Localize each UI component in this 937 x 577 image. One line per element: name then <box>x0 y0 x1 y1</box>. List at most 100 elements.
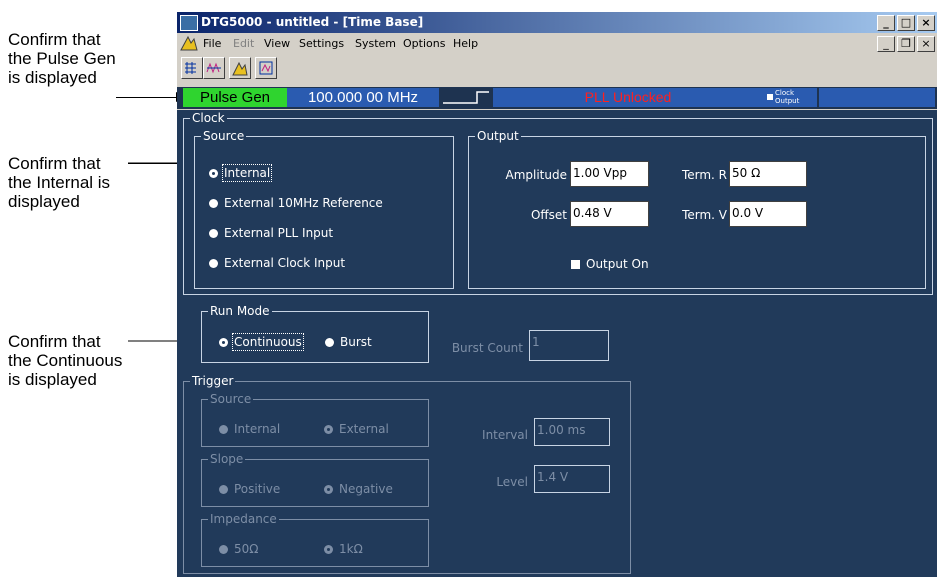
radio-label: Internal <box>234 422 281 436</box>
sequence-icon <box>185 62 196 74</box>
radio-label: External <box>339 422 389 436</box>
doc-minimize-button[interactable]: _ <box>877 36 895 52</box>
trigger-source-label: Source <box>208 391 254 407</box>
app-icon <box>180 15 198 31</box>
callout-line: Confirm that <box>8 30 101 49</box>
radio-slope-negative[interactable]: Negative <box>324 482 393 497</box>
radio-source-internal[interactable]: Internal <box>209 164 273 182</box>
probe-icon <box>259 61 273 75</box>
term-r-label: Term. R <box>681 168 727 182</box>
menu-system[interactable]: System <box>355 37 396 50</box>
close-button[interactable]: × <box>917 15 935 31</box>
radio-slope-positive[interactable]: Positive <box>219 482 280 497</box>
menu-view[interactable]: View <box>264 37 290 50</box>
waveform-icon <box>206 62 221 74</box>
menu-file[interactable]: File <box>203 37 221 50</box>
level-field[interactable]: 1.4 V <box>534 465 610 493</box>
callout-continuous: Confirm that the Continuous is displayed <box>8 332 122 389</box>
menu-edit[interactable]: Edit <box>233 37 254 50</box>
clock-source-group: Source Internal External 10MHz Reference… <box>194 128 454 289</box>
callout-internal: Confirm that the Internal is displayed <box>8 154 110 211</box>
doc-close-button[interactable]: × <box>917 36 935 52</box>
title-bar[interactable]: DTG5000 - untitled - [Time Base] _ □ × <box>177 12 937 33</box>
radio-run-burst[interactable]: Burst <box>325 335 372 350</box>
radio-run-continuous[interactable]: Continuous <box>219 333 304 351</box>
radio-source-ext10mhz[interactable]: External 10MHz Reference <box>209 196 383 211</box>
term-r-field[interactable]: 50 Ω <box>729 161 807 187</box>
radio-label: 50Ω <box>234 542 259 556</box>
clock-waveform-icon <box>443 91 489 104</box>
radio-label: Continuous <box>232 333 304 351</box>
callout-line: is displayed <box>8 370 97 389</box>
radio-impedance-50[interactable]: 50Ω <box>219 542 258 557</box>
radio-selected-icon <box>209 169 218 178</box>
amplitude-field[interactable]: 1.00 Vpp <box>570 161 649 187</box>
doc-restore-button[interactable]: ❐ <box>897 36 915 52</box>
burst-count-label: Burst Count <box>451 341 523 355</box>
trigger-label: Trigger <box>190 373 236 389</box>
callout-line: displayed <box>8 192 80 211</box>
timebase-icon <box>232 61 248 76</box>
trigger-group: Trigger Source Internal External Slope P… <box>183 373 631 574</box>
checkbox-icon <box>571 260 580 269</box>
status-row: Pulse Gen 100.000 00 MHz PLL Unlocked Cl… <box>177 87 937 109</box>
callout-arrow <box>116 97 178 98</box>
term-v-field[interactable]: 0.0 V <box>729 201 807 227</box>
interval-field[interactable]: 1.00 ms <box>534 418 610 446</box>
toolbar-timebase-button[interactable] <box>229 57 251 79</box>
callout-line: Confirm that <box>8 154 101 173</box>
clock-output-label: Clock Output <box>775 89 800 105</box>
app-logo-icon[interactable] <box>180 35 198 51</box>
radio-source-extclock[interactable]: External Clock Input <box>209 256 345 271</box>
toolbar-probe-button[interactable] <box>255 57 277 79</box>
checkbox-label: Output On <box>586 257 649 271</box>
radio-impedance-1k[interactable]: 1kΩ <box>324 542 363 557</box>
radio-trigger-external[interactable]: External <box>324 422 389 437</box>
callout-line: is displayed <box>8 68 97 87</box>
status-spacer <box>819 88 935 107</box>
radio-label: External 10MHz Reference <box>224 196 383 210</box>
toolbar-waveform-button[interactable] <box>203 57 225 79</box>
term-v-label: Term. V <box>682 208 727 222</box>
callout-line: the Pulse Gen <box>8 49 116 68</box>
toolbar <box>177 55 937 80</box>
radio-label: Burst <box>340 335 372 349</box>
radio-selected-icon <box>324 545 333 554</box>
radio-selected-icon <box>324 485 333 494</box>
clock-source-label: Source <box>201 128 247 144</box>
menu-help[interactable]: Help <box>453 37 478 50</box>
radio-icon <box>209 229 218 238</box>
radio-source-extpll[interactable]: External PLL Input <box>209 226 333 241</box>
run-mode-group: Run Mode Continuous Burst <box>201 303 429 363</box>
window-controls: _ □ × <box>875 14 935 31</box>
output-on-checkbox[interactable]: Output On <box>571 257 649 271</box>
trigger-slope-group: Slope Positive Negative <box>201 451 429 507</box>
radio-trigger-internal[interactable]: Internal <box>219 422 280 437</box>
radio-icon <box>209 259 218 268</box>
radio-label: Internal <box>221 164 273 182</box>
offset-label: Offset <box>530 208 567 222</box>
callout-pulse-gen: Confirm that the Pulse Gen is displayed <box>8 30 116 87</box>
radio-icon <box>219 545 228 554</box>
toolbar-sequence-button[interactable] <box>181 57 203 79</box>
radio-label: Positive <box>234 482 281 496</box>
trigger-source-group: Source Internal External <box>201 391 429 447</box>
mode-indicator: Pulse Gen <box>183 88 287 107</box>
amplitude-label: Amplitude <box>505 168 568 182</box>
clock-group-label: Clock <box>190 110 227 126</box>
callout-line: Confirm that <box>8 332 101 351</box>
menu-settings[interactable]: Settings <box>299 37 344 50</box>
minimize-button[interactable]: _ <box>877 15 895 31</box>
offset-field[interactable]: 0.48 V <box>570 201 649 227</box>
trigger-impedance-group: Impedance 50Ω 1kΩ <box>201 511 429 567</box>
pll-status: PLL Unlocked <box>493 88 763 107</box>
burst-count-field[interactable]: 1 <box>529 330 609 361</box>
clock-output-led-icon <box>767 94 773 100</box>
menu-options[interactable]: Options <box>403 37 445 50</box>
time-base-panel: Clock Source Internal External 10MHz Ref… <box>177 110 937 577</box>
run-mode-label: Run Mode <box>208 303 272 319</box>
radio-icon <box>219 425 228 434</box>
callout-line: the Internal is <box>8 173 111 192</box>
maximize-button[interactable]: □ <box>897 15 915 31</box>
level-label: Level <box>496 475 528 489</box>
